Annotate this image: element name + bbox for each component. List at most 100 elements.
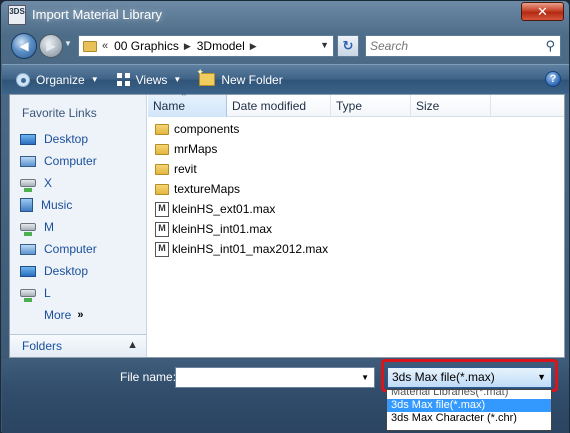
- address-bar[interactable]: « 00 Graphics ▶ 3Dmodel ▶ ▼: [78, 35, 334, 57]
- favorite-link-computer-2[interactable]: Computer: [14, 238, 144, 260]
- item-name: components: [174, 122, 240, 136]
- file-type-option-selected[interactable]: 3ds Max file(*.max): [387, 399, 551, 412]
- favorite-link-x[interactable]: X: [14, 172, 144, 194]
- item-name: kleinHS_int01.max: [172, 222, 273, 236]
- favorite-links-heading: Favorite Links: [22, 106, 97, 120]
- new-folder-label: New Folder: [221, 72, 283, 87]
- file-type-option[interactable]: Material Libraries(*.mat): [387, 390, 551, 399]
- breadcrumb-00-graphics[interactable]: 00 Graphics: [114, 39, 179, 53]
- search-box[interactable]: ⚲: [365, 35, 561, 57]
- window-title: Import Material Library: [32, 7, 163, 22]
- back-arrow-icon: ◀: [19, 39, 29, 53]
- favorite-link-label: Computer: [44, 242, 97, 256]
- list-item[interactable]: kleinHS_int01_max2012.max: [148, 239, 564, 259]
- file-list: components mrMaps revit textureMaps klei…: [148, 117, 564, 259]
- organize-button[interactable]: Organize ▼: [12, 68, 103, 92]
- column-header-name[interactable]: Name: [148, 86, 227, 117]
- column-header-type[interactable]: Type: [331, 95, 411, 117]
- chevron-down-icon: ▼: [537, 372, 546, 382]
- music-icon: [20, 198, 33, 212]
- file-name-combobox[interactable]: ▼: [175, 367, 375, 388]
- file-type-select[interactable]: 3ds Max file(*.max) ▼: [387, 367, 552, 388]
- favorite-link-desktop-2[interactable]: Desktop: [14, 260, 144, 282]
- file-type-option[interactable]: 3ds Max Character (*.chr): [387, 412, 551, 425]
- file-type-dropdown-list: Material Libraries(*.mat) 3ds Max file(*…: [386, 389, 552, 431]
- network-drive-icon: [20, 289, 36, 302]
- list-item[interactable]: textureMaps: [148, 179, 564, 199]
- favorite-link-label: Desktop: [44, 264, 89, 278]
- file-name-area: File name: ▼ 3ds Max file(*.max) ▼ Mater…: [2, 359, 569, 433]
- organize-label: Organize: [36, 72, 85, 87]
- item-name: mrMaps: [174, 142, 218, 156]
- item-name: kleinHS_int01_max2012.max: [172, 242, 329, 256]
- folder-icon: [83, 40, 97, 52]
- favorite-links-list: Desktop Computer X Music M Computer Desk…: [14, 128, 144, 326]
- list-item[interactable]: mrMaps: [148, 139, 564, 159]
- max-file-icon: [155, 221, 169, 237]
- views-button[interactable]: Views ▼: [113, 68, 186, 92]
- folder-icon: [155, 143, 169, 155]
- computer-icon: [20, 155, 36, 167]
- file-list-pane: Name Date modified Type Size components …: [148, 86, 564, 357]
- views-label: Views: [135, 72, 168, 87]
- help-icon[interactable]: ?: [545, 71, 561, 87]
- item-name: revit: [174, 162, 197, 176]
- chevron-down-icon: ▼: [173, 75, 182, 84]
- back-button[interactable]: ◀: [11, 33, 37, 59]
- chevron-down-icon: ▼: [90, 75, 99, 84]
- network-drive-icon: [20, 223, 36, 236]
- column-header-date-modified[interactable]: Date modified: [227, 95, 331, 117]
- favorite-link-label: X: [44, 176, 53, 190]
- search-input[interactable]: [370, 36, 530, 56]
- folders-label: Folders: [22, 339, 63, 353]
- new-folder-button[interactable]: New Folder: [195, 67, 286, 92]
- chevron-down-icon[interactable]: ▼: [361, 373, 369, 382]
- 3ds-max-app-icon: 3DS: [8, 5, 26, 25]
- favorite-link-label: L: [44, 286, 51, 300]
- favorite-link-desktop[interactable]: Desktop: [14, 128, 144, 150]
- list-item[interactable]: revit: [148, 159, 564, 179]
- favorite-link-label: Music: [41, 198, 73, 212]
- chevron-up-icon: ▲: [127, 339, 138, 351]
- more-links-button[interactable]: More »: [14, 304, 144, 326]
- network-drive-icon: [20, 179, 36, 192]
- favorite-link-label: M: [44, 220, 54, 234]
- overflow-chevron-icon[interactable]: «: [102, 40, 108, 52]
- browser-content: Favorite Links Desktop Computer X Music: [9, 86, 565, 358]
- search-icon[interactable]: ⚲: [545, 38, 555, 54]
- organize-icon: [16, 72, 30, 87]
- favorite-link-l[interactable]: L: [14, 282, 144, 304]
- column-header-size[interactable]: Size: [411, 95, 491, 117]
- item-name: kleinHS_ext01.max: [172, 202, 276, 216]
- new-folder-icon: [196, 67, 216, 86]
- file-name-input[interactable]: [176, 368, 354, 387]
- favorite-link-music[interactable]: Music: [14, 194, 144, 216]
- forward-button[interactable]: ▶: [39, 34, 63, 58]
- title-bar[interactable]: 3DS Import Material Library ✕: [1, 1, 569, 29]
- breadcrumb-separator-icon[interactable]: ▶: [250, 41, 257, 52]
- folder-icon: [155, 183, 169, 195]
- folders-toggle[interactable]: Folders ▲: [10, 334, 146, 357]
- favorite-link-label: Desktop: [44, 132, 89, 146]
- breadcrumb-3dmodel[interactable]: 3Dmodel: [197, 39, 245, 53]
- list-item[interactable]: kleinHS_ext01.max: [148, 199, 564, 219]
- recent-pages-dropdown[interactable]: ▼: [64, 39, 72, 48]
- list-item[interactable]: kleinHS_int01.max: [148, 219, 564, 239]
- refresh-button[interactable]: ↻: [337, 35, 359, 57]
- command-toolbar: Organize ▼ Views ▼ New Folder ?: [2, 64, 569, 94]
- close-button[interactable]: ✕: [521, 2, 564, 21]
- favorite-link-m[interactable]: M: [14, 216, 144, 238]
- address-dropdown-icon[interactable]: ▼: [320, 40, 329, 50]
- breadcrumb-separator-icon[interactable]: ▶: [184, 41, 191, 52]
- folder-icon: [155, 123, 169, 135]
- file-name-label: File name:: [120, 370, 177, 384]
- favorite-link-label: Computer: [44, 154, 97, 168]
- favorite-link-computer[interactable]: Computer: [14, 150, 144, 172]
- max-file-icon: [155, 241, 169, 257]
- views-icon: [116, 73, 130, 86]
- list-item[interactable]: components: [148, 119, 564, 139]
- refresh-icon: ↻: [342, 38, 354, 53]
- folder-icon: [155, 163, 169, 175]
- column-headers: Name Date modified Type Size: [148, 86, 564, 117]
- desktop-icon: [20, 133, 36, 145]
